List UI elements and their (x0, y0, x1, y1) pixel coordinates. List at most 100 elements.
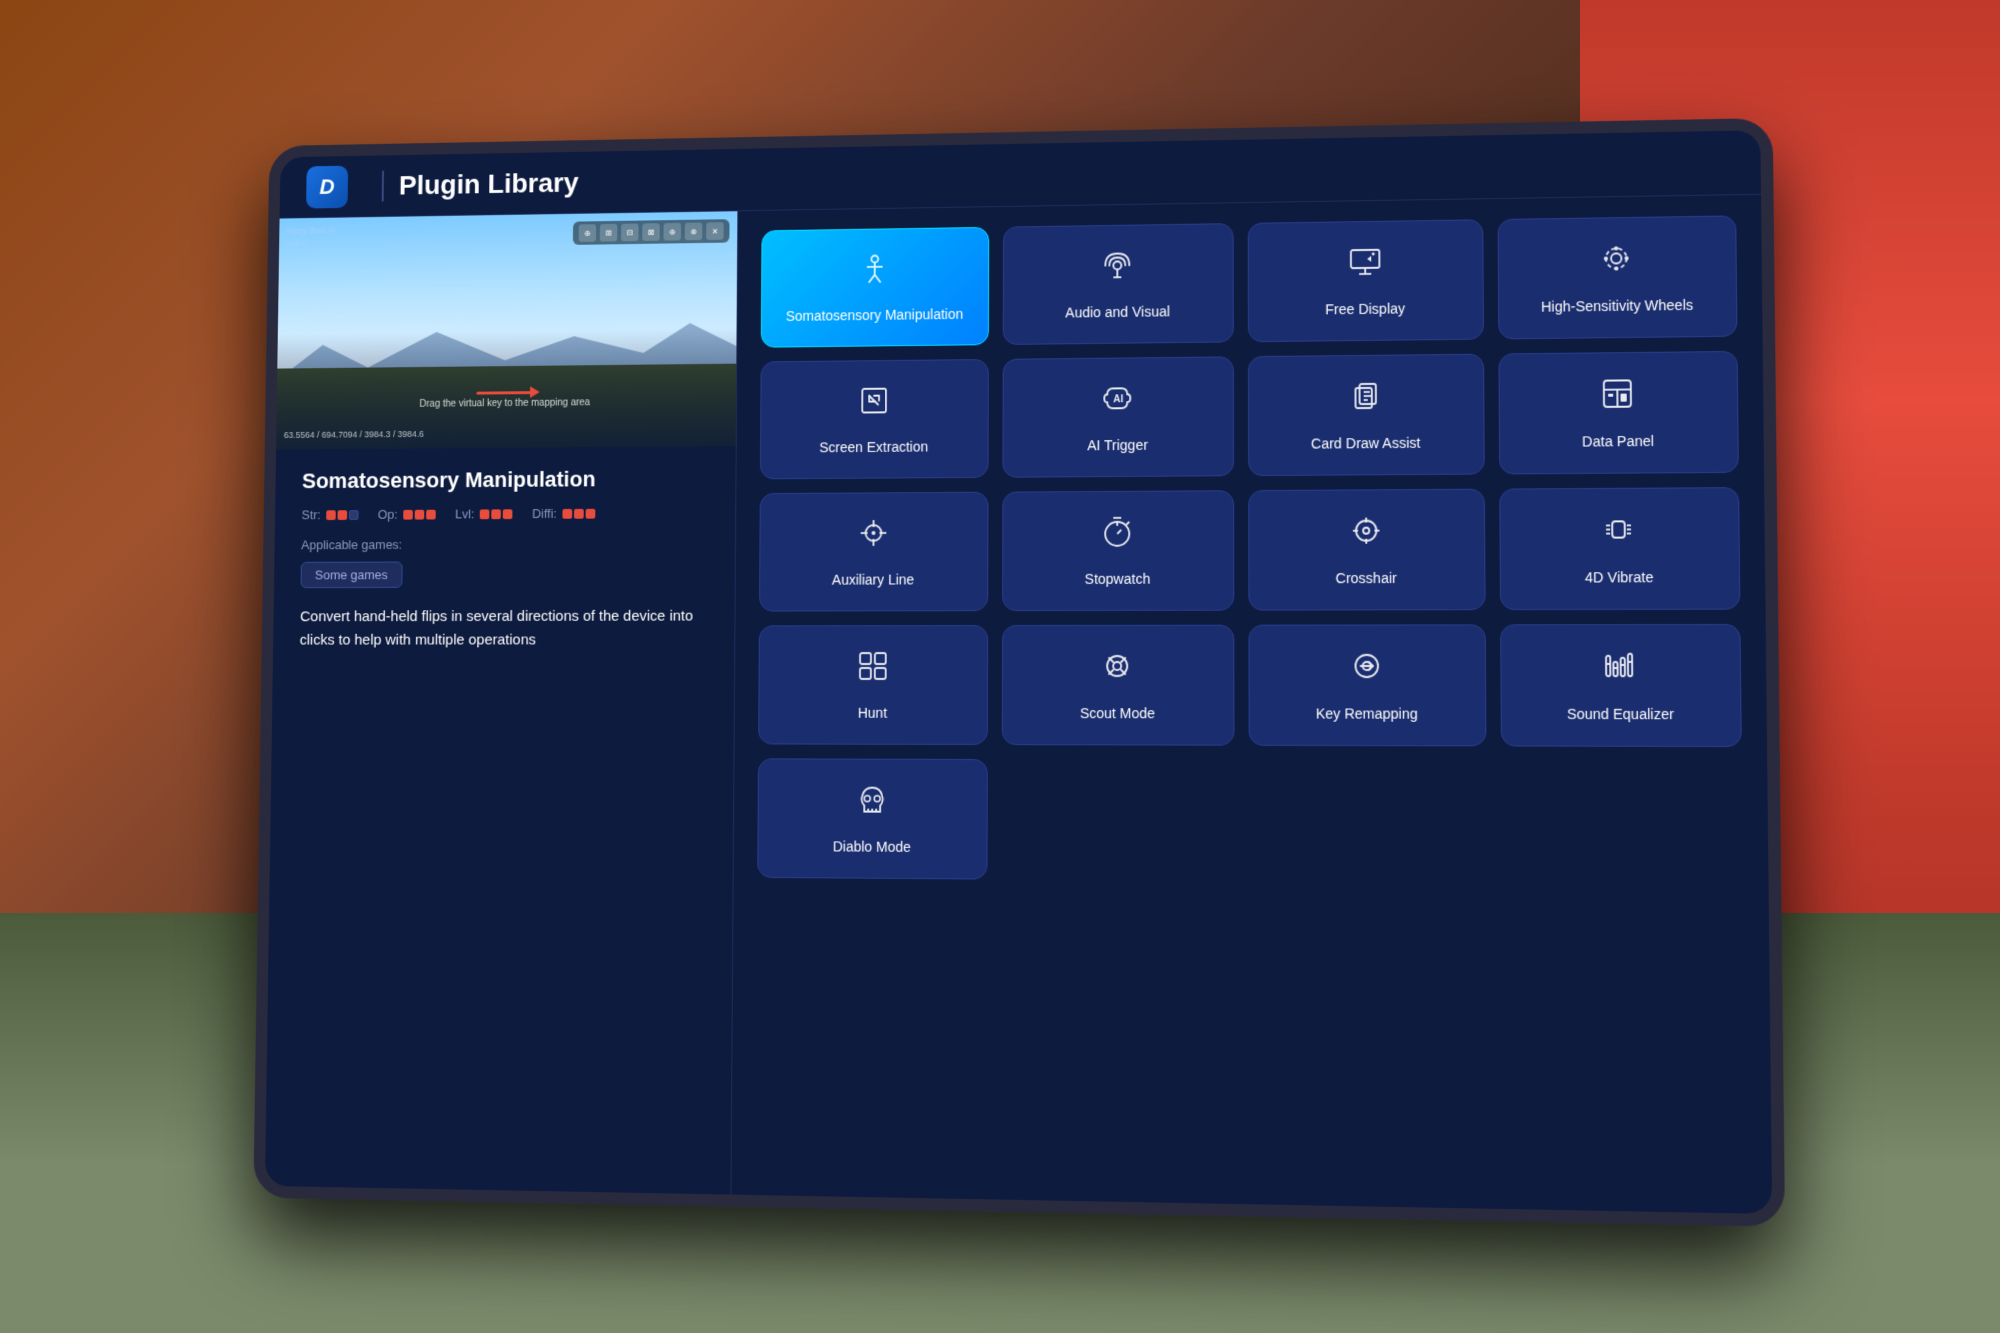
stat-diffi-label: Diffi: (532, 506, 557, 521)
grid-4-icon (855, 647, 891, 691)
plugin-name-hunt: Hunt (858, 703, 887, 721)
plugin-card-hunt[interactable]: Hunt (758, 625, 988, 745)
skull-icon (854, 781, 890, 825)
coord-display: 63.5564 / 694.7094 / 3984.3 / 3984.6 (284, 429, 424, 440)
red-arrow (476, 391, 534, 394)
ai-brain-icon: AI (1100, 380, 1136, 424)
dot (426, 509, 436, 519)
dot (492, 508, 502, 518)
screen-cut-icon (856, 382, 892, 426)
plugin-card-stopwatch[interactable]: Stopwatch (1002, 490, 1235, 611)
plugin-card-somatosensory[interactable]: Somatosensory Manipulation (761, 226, 989, 347)
plugin-name-key-remapping: Key Remapping (1316, 704, 1418, 723)
tablet-device: D Plugin Library ⊕ ⊞ (253, 117, 1785, 1226)
dot (338, 509, 348, 519)
panel-icon (1599, 375, 1637, 420)
equalizer-icon (1601, 647, 1639, 692)
stat-str: Str: (301, 507, 358, 522)
plugin-card-ai-trigger[interactable]: AI AI Trigger (1002, 356, 1234, 477)
game-title: Somatosensory Manipulation (302, 465, 708, 493)
stat-str-dots (326, 509, 358, 519)
remap-icon (1348, 647, 1385, 692)
plugin-name-somatosensory: Somatosensory Manipulation (786, 304, 964, 324)
svg-text:AI: AI (1114, 394, 1124, 405)
stat-op-dots (403, 509, 436, 519)
plugin-card-high-sensitivity[interactable]: High-Sensitivity Wheels (1497, 215, 1737, 339)
plugin-card-diablo-mode[interactable]: Diablo Mode (757, 758, 987, 879)
game-screenshot (276, 211, 737, 449)
dot (349, 509, 359, 519)
settings-wheel-icon (1598, 239, 1636, 284)
mini-left-ui: injury than ① Left ui (287, 225, 336, 247)
dot (326, 509, 336, 519)
plugin-card-card-draw[interactable]: Card Draw Assist (1248, 353, 1484, 475)
applicable-label: Applicable games: (301, 535, 708, 551)
plugin-card-free-display[interactable]: Free Display (1248, 219, 1484, 342)
logo-area: D (306, 165, 348, 208)
plugin-name-scout-mode: Scout Mode (1080, 704, 1155, 722)
dot (403, 509, 413, 519)
plugin-card-auxiliary-line[interactable]: Auxiliary Line (759, 491, 988, 611)
vibrate-icon (1600, 511, 1638, 556)
crosshair-icon (1348, 512, 1385, 556)
plugin-card-scout-mode[interactable]: Scout Mode (1001, 624, 1234, 745)
mini-btn-5[interactable]: ⊕ (663, 222, 681, 240)
stat-str-label: Str: (301, 507, 320, 522)
plugin-name-free-display: Free Display (1325, 299, 1405, 318)
plugin-card-key-remapping[interactable]: Key Remapping (1248, 624, 1485, 746)
plugin-name-stopwatch: Stopwatch (1085, 569, 1151, 587)
stats-row: Str: Op: (301, 505, 708, 522)
plugin-name-card-draw: Card Draw Assist (1311, 433, 1421, 452)
mini-btn-1[interactable]: ⊕ (579, 224, 596, 242)
page-title: Plugin Library (399, 166, 579, 200)
body-icon (857, 250, 893, 294)
mini-btn-3[interactable]: ⊟ (621, 223, 639, 241)
plugin-card-4d-vibrate[interactable]: 4D Vibrate (1499, 487, 1741, 610)
tablet-screen: D Plugin Library ⊕ ⊞ (265, 130, 1772, 1214)
stat-diffi: Diffi: (532, 505, 596, 520)
stat-lvl: Lvl: (455, 506, 513, 521)
dot (503, 508, 513, 518)
plugin-name-crosshair: Crosshair (1336, 568, 1397, 587)
drag-hint: Drag the virtual key to the mapping area (419, 397, 590, 409)
plugin-name-audio-visual: Audio and Visual (1065, 302, 1170, 321)
stat-op-label: Op: (378, 507, 398, 522)
mini-btn-4[interactable]: ⊠ (642, 223, 660, 241)
stat-lvl-dots (480, 508, 513, 518)
plugin-card-crosshair[interactable]: Crosshair (1248, 488, 1485, 610)
mini-btn-2[interactable]: ⊞ (600, 223, 617, 241)
mini-btn-6[interactable]: ⊗ (685, 222, 703, 240)
games-badge[interactable]: Some games (301, 561, 403, 588)
app-logo: D (306, 165, 348, 208)
stat-lvl-label: Lvl: (455, 506, 475, 521)
dot (574, 508, 584, 518)
stat-diffi-dots (563, 508, 596, 518)
plugin-card-data-panel[interactable]: Data Panel (1498, 350, 1739, 474)
display-icon (1347, 243, 1384, 287)
card-icon (1347, 377, 1384, 421)
dot (415, 509, 425, 519)
plugin-name-diablo-mode: Diablo Mode (833, 837, 911, 856)
plugin-grid: Somatosensory Manipulation (757, 215, 1743, 885)
dot (480, 508, 490, 518)
audio-wave-icon (1100, 247, 1136, 291)
timer-icon (1099, 513, 1135, 557)
plugin-name-ai-trigger: AI Trigger (1087, 435, 1148, 454)
plugin-name-data-panel: Data Panel (1582, 431, 1654, 450)
stat-op: Op: (378, 506, 436, 521)
preview-overlay (276, 211, 737, 449)
plugin-name-auxiliary-line: Auxiliary Line (832, 570, 914, 588)
game-preview: ⊕ ⊞ ⊟ ⊠ ⊕ ⊗ ✕ injury than ① Left ui Drag… (276, 211, 737, 449)
header-divider (382, 170, 384, 201)
plugin-name-4d-vibrate: 4D Vibrate (1585, 567, 1654, 586)
dot (586, 508, 596, 518)
plugin-card-audio-visual[interactable]: Audio and Visual (1002, 223, 1234, 345)
mini-btn-close[interactable]: ✕ (706, 222, 724, 240)
plugin-card-screen-extraction[interactable]: Screen Extraction (760, 358, 988, 478)
plugin-grid-area: Somatosensory Manipulation (731, 194, 1772, 1213)
main-content: ⊕ ⊞ ⊟ ⊠ ⊕ ⊗ ✕ injury than ① Left ui Drag… (265, 194, 1772, 1213)
game-description: Convert hand-held flips in several direc… (300, 604, 708, 652)
plugin-card-sound-equalizer[interactable]: Sound Equalizer (1500, 623, 1742, 746)
game-info: Somatosensory Manipulation Str: Op: (265, 446, 736, 1195)
left-panel: ⊕ ⊞ ⊟ ⊠ ⊕ ⊗ ✕ injury than ① Left ui Drag… (265, 211, 738, 1194)
